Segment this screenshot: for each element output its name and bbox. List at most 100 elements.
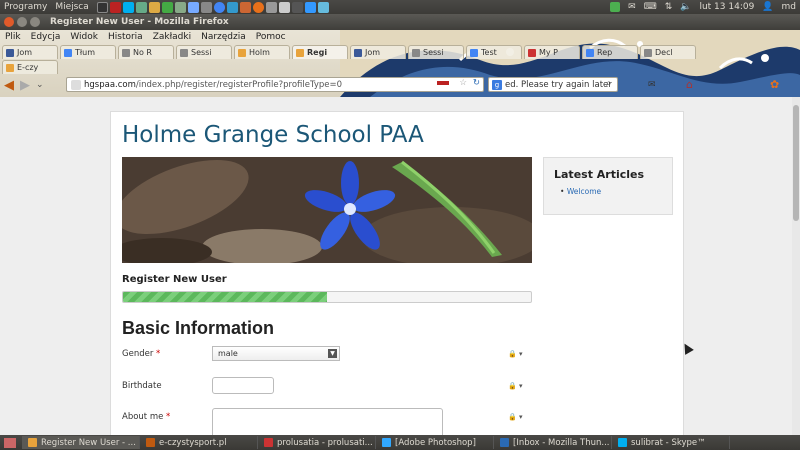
forward-arrow-icon[interactable]: ▶ bbox=[20, 78, 30, 93]
site-identity-icon[interactable] bbox=[71, 79, 81, 90]
toolbar-icon[interactable]: ✉ bbox=[648, 80, 656, 90]
app-icon bbox=[264, 438, 273, 447]
article-link-welcome[interactable]: Welcome bbox=[560, 187, 662, 196]
browser-tab[interactable]: Holm bbox=[234, 45, 290, 59]
browser-tab[interactable]: E-czy bbox=[2, 60, 58, 74]
firefox-icon[interactable] bbox=[252, 1, 264, 13]
taskbar-window-button[interactable]: prolusatia - prolusati... bbox=[258, 436, 376, 449]
app-icon[interactable] bbox=[291, 1, 303, 13]
addon-icon[interactable]: ✿ bbox=[770, 78, 779, 91]
taskbar-window-button[interactable]: sulibrat - Skype™ bbox=[612, 436, 730, 449]
tab-label: E-czy bbox=[17, 63, 39, 72]
taskbar-window-button[interactable]: Register New User - ... bbox=[22, 436, 140, 449]
about-me-label: About me * bbox=[122, 412, 170, 422]
app-icon[interactable] bbox=[278, 1, 290, 13]
app-icon[interactable] bbox=[265, 1, 277, 13]
applications-menu[interactable]: Programy bbox=[0, 2, 51, 12]
app-icon bbox=[28, 438, 37, 447]
menu-help[interactable]: Pomoc bbox=[251, 32, 291, 42]
browser-tab[interactable]: My P bbox=[524, 45, 580, 59]
user-name[interactable]: md bbox=[782, 2, 796, 12]
window-title: Register New User - Mozilla Firefox bbox=[50, 17, 229, 27]
play-icon[interactable] bbox=[161, 1, 173, 13]
flag-icon bbox=[437, 81, 449, 89]
menu-tools[interactable]: Narzędzia bbox=[196, 32, 251, 42]
chrome-icon[interactable] bbox=[213, 1, 225, 13]
tab-label: Jom bbox=[365, 48, 381, 57]
app-icon[interactable] bbox=[239, 1, 251, 13]
search-bar[interactable]: g ed. Please try again later bbox=[488, 77, 618, 92]
browser-tab[interactable]: Decl bbox=[640, 45, 696, 59]
history-dropdown-icon[interactable]: ⌄ bbox=[36, 80, 44, 90]
menu-view[interactable]: Widok bbox=[65, 32, 103, 42]
network-icon[interactable]: ⇅ bbox=[665, 2, 673, 12]
browser-tab[interactable]: Sessi bbox=[176, 45, 232, 59]
check-icon[interactable] bbox=[610, 2, 621, 12]
menu-edit[interactable]: Edycja bbox=[26, 32, 66, 42]
bookmark-star-icon[interactable]: ☆ bbox=[459, 78, 467, 88]
gender-select[interactable]: male ▼ bbox=[212, 346, 340, 361]
privacy-lock-icon[interactable]: 🔒 ▾ bbox=[508, 350, 522, 358]
registration-progress-bar bbox=[122, 291, 532, 303]
taskbar-window-button[interactable]: [Adobe Photoshop] bbox=[376, 436, 494, 449]
browser-tab[interactable]: Test bbox=[466, 45, 522, 59]
app-icon[interactable] bbox=[304, 1, 316, 13]
close-icon[interactable] bbox=[4, 17, 14, 27]
filezilla-icon[interactable] bbox=[109, 1, 121, 13]
browser-tab[interactable]: No R bbox=[118, 45, 174, 59]
app-icon[interactable] bbox=[174, 1, 186, 13]
user-icon[interactable]: 👤 bbox=[762, 2, 773, 12]
menu-history[interactable]: Historia bbox=[103, 32, 148, 42]
menu-file[interactable]: Plik bbox=[0, 32, 26, 42]
app-icon[interactable] bbox=[148, 1, 160, 13]
tab-favicon-icon bbox=[238, 48, 246, 57]
clock[interactable]: lut 13 14:09 bbox=[699, 2, 754, 12]
taskbar-window-button[interactable]: [Inbox - Mozilla Thun... bbox=[494, 436, 612, 449]
tab-favicon-icon bbox=[64, 48, 72, 57]
about-me-textarea[interactable] bbox=[212, 408, 443, 435]
gender-select-value: male bbox=[218, 349, 238, 358]
calculator-icon[interactable] bbox=[200, 1, 212, 13]
browser-tab[interactable]: Sessi bbox=[408, 45, 464, 59]
places-menu[interactable]: Miejsca bbox=[51, 2, 92, 12]
window-titlebar[interactable]: Register New User - Mozilla Firefox bbox=[0, 14, 800, 30]
minimize-icon[interactable] bbox=[17, 17, 27, 27]
scrollbar-thumb[interactable] bbox=[793, 105, 799, 221]
browser-tab[interactable]: Rep bbox=[582, 45, 638, 59]
about-me-label-text: About me bbox=[122, 412, 164, 422]
back-arrow-icon[interactable]: ◀ bbox=[4, 78, 14, 93]
privacy-lock-icon[interactable]: 🔒 ▾ bbox=[508, 413, 522, 421]
taskbar-window-button[interactable]: e-czystysport.pl bbox=[140, 436, 258, 449]
required-mark: * bbox=[156, 349, 161, 359]
birthdate-input[interactable] bbox=[212, 377, 274, 394]
show-desktop-icon[interactable] bbox=[4, 437, 16, 448]
search-icon[interactable]: ⌕ bbox=[606, 78, 612, 89]
navigation-bar: ◀ ▶ ⌄ hgspaa.com /index.php/register/reg… bbox=[0, 74, 800, 96]
menu-bookmarks[interactable]: Zakładki bbox=[148, 32, 196, 42]
privacy-lock-icon[interactable]: 🔒 ▾ bbox=[508, 382, 522, 390]
terminal-icon[interactable] bbox=[96, 1, 108, 13]
vertical-scrollbar[interactable] bbox=[792, 97, 800, 435]
google-icon[interactable]: g bbox=[492, 79, 502, 90]
browser-tab[interactable]: Regi bbox=[292, 45, 348, 59]
browser-tab[interactable]: Tłum bbox=[60, 45, 116, 59]
keyboard-icon[interactable]: ⌨ bbox=[644, 2, 657, 12]
tab-favicon-icon bbox=[296, 48, 304, 57]
maximize-icon[interactable] bbox=[30, 17, 40, 27]
skype-icon[interactable] bbox=[122, 1, 134, 13]
tab-favicon-icon bbox=[470, 48, 478, 57]
app-icon[interactable] bbox=[135, 1, 147, 13]
app-icon[interactable] bbox=[226, 1, 238, 13]
tab-label: Sessi bbox=[423, 48, 444, 57]
browser-tab[interactable]: Jom bbox=[350, 45, 406, 59]
mail-icon[interactable]: ✉ bbox=[628, 2, 636, 12]
volume-icon[interactable]: 🔈 bbox=[680, 2, 691, 12]
chevron-down-icon[interactable]: ▼ bbox=[328, 349, 337, 358]
browser-tab[interactable]: Jom bbox=[2, 45, 58, 59]
app-icon[interactable] bbox=[187, 1, 199, 13]
reload-icon[interactable]: ↻ bbox=[473, 78, 480, 88]
url-bar[interactable]: hgspaa.com /index.php/register/registerP… bbox=[66, 77, 484, 92]
home-icon[interactable]: ⌂ bbox=[686, 78, 693, 91]
app-icon[interactable] bbox=[317, 1, 329, 13]
site-title[interactable]: Holme Grange School PAA bbox=[122, 122, 424, 148]
